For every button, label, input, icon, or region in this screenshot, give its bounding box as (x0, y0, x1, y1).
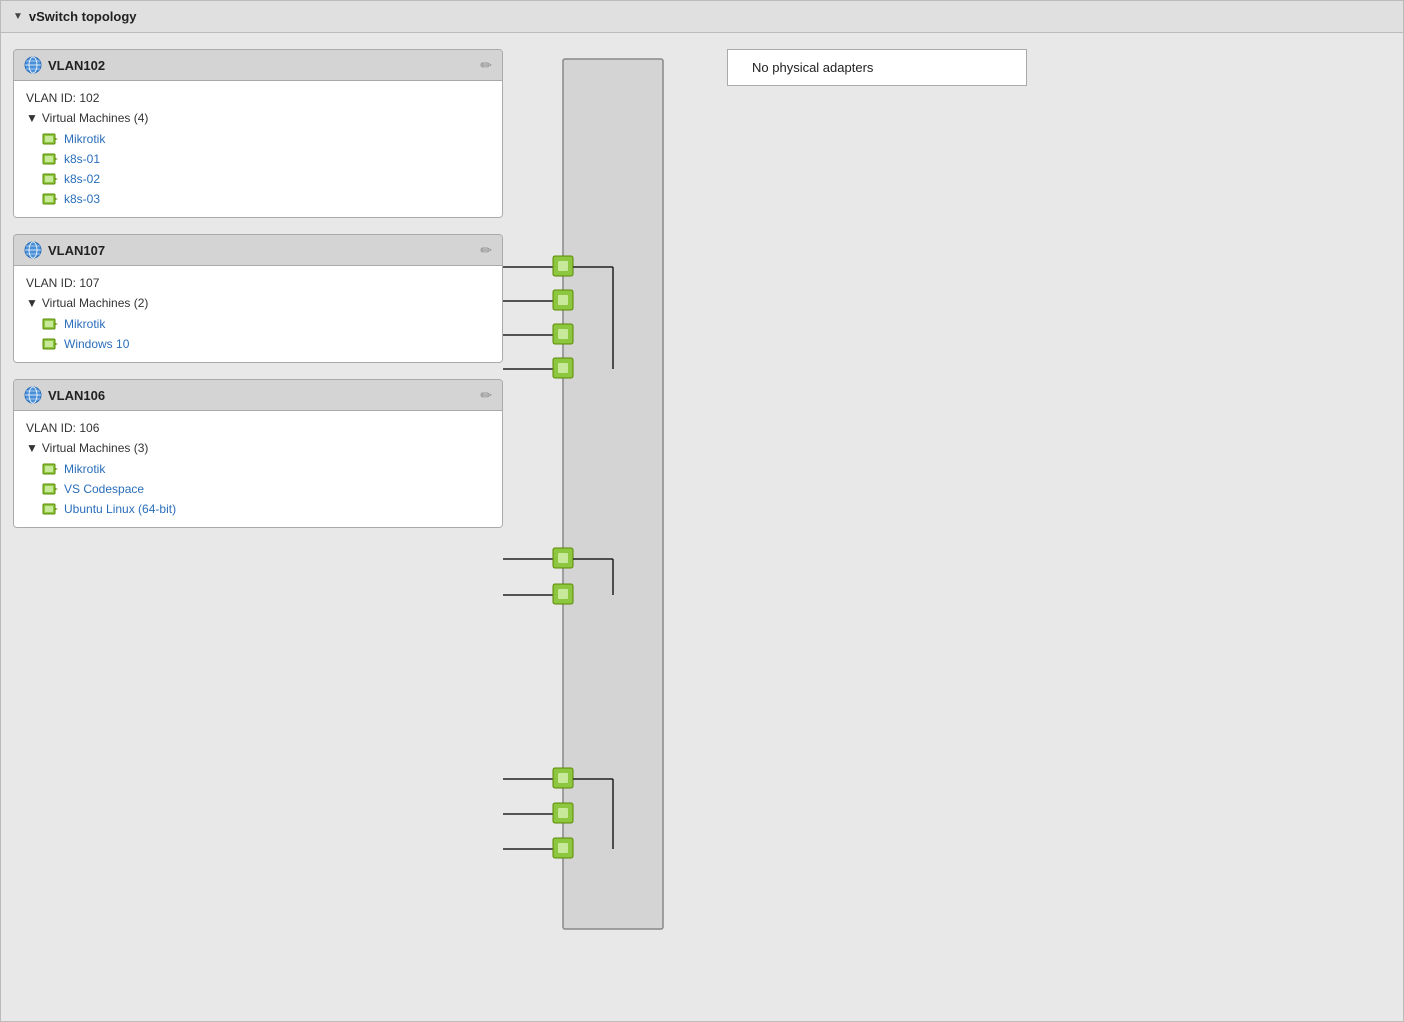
vlan106-name: VLAN106 (48, 388, 105, 403)
vlan106-edit-icon[interactable]: ✏ (480, 387, 492, 404)
vlan107-body: VLAN ID: 107 ▼ Virtual Machines (2) (14, 266, 502, 362)
list-item[interactable]: k8s-02 (42, 171, 490, 187)
vm-icon (42, 481, 58, 497)
vm-icon (42, 316, 58, 332)
vlan102-vm-list: Mikrotik k8s-01 (26, 131, 490, 207)
no-physical-adapters-box: No physical adapters (727, 49, 1027, 86)
list-item[interactable]: Ubuntu Linux (64-bit) (42, 501, 490, 517)
vm-icon (42, 151, 58, 167)
topology-svg (503, 49, 703, 949)
physical-column: No physical adapters (703, 49, 1391, 86)
vlan102-id: VLAN ID: 102 (26, 91, 490, 105)
list-item[interactable]: Windows 10 (42, 336, 490, 352)
vm-icon (42, 171, 58, 187)
no-physical-adapters-label: No physical adapters (752, 60, 873, 75)
vlan-card-vlan102: VLAN102 ✏ VLAN ID: 102 ▼ Virtual Machine… (13, 49, 503, 218)
vlan107-header: VLAN107 ✏ (14, 235, 502, 266)
vlan106-vm-section: ▼ Virtual Machines (3) (26, 441, 490, 455)
panel-body: VLAN102 ✏ VLAN ID: 102 ▼ Virtual Machine… (1, 33, 1403, 965)
globe-icon-vlan107 (24, 241, 42, 259)
list-item[interactable]: k8s-01 (42, 151, 490, 167)
vm-icon (42, 461, 58, 477)
list-item[interactable]: Mikrotik (42, 131, 490, 147)
vlan-card-vlan106: VLAN106 ✏ VLAN ID: 106 ▼ Virtual Machine… (13, 379, 503, 528)
list-item[interactable]: k8s-03 (42, 191, 490, 207)
vm-collapse-icon[interactable]: ▼ (26, 441, 38, 455)
vlan106-header: VLAN106 ✏ (14, 380, 502, 411)
vlan102-header: VLAN102 ✏ (14, 50, 502, 81)
vlan107-vm-section: ▼ Virtual Machines (2) (26, 296, 490, 310)
vlan106-id: VLAN ID: 106 (26, 421, 490, 435)
vm-collapse-icon[interactable]: ▼ (26, 111, 38, 125)
vm-icon (42, 191, 58, 207)
vlan107-edit-icon[interactable]: ✏ (480, 242, 492, 259)
list-item[interactable]: Mikrotik (42, 316, 490, 332)
vm-icon (42, 131, 58, 147)
vlan-column: VLAN102 ✏ VLAN ID: 102 ▼ Virtual Machine… (13, 49, 503, 528)
panel-title: vSwitch topology (29, 9, 137, 24)
vlan102-vm-section: ▼ Virtual Machines (4) (26, 111, 490, 125)
list-item[interactable]: Mikrotik (42, 461, 490, 477)
vlan106-body: VLAN ID: 106 ▼ Virtual Machines (3) (14, 411, 502, 527)
panel-header: ▼ vSwitch topology (1, 1, 1403, 33)
vlan106-vm-list: Mikrotik VS Codespace (26, 461, 490, 517)
vm-icon (42, 336, 58, 352)
vlan-card-vlan107: VLAN107 ✏ VLAN ID: 107 ▼ Virtual Machine… (13, 234, 503, 363)
vlan102-name: VLAN102 (48, 58, 105, 73)
globe-icon-vlan102 (24, 56, 42, 74)
vlan107-name: VLAN107 (48, 243, 105, 258)
vlan107-vm-list: Mikrotik Windows 10 (26, 316, 490, 352)
vswitch-topology-panel: ▼ vSwitch topology (0, 0, 1404, 1022)
collapse-icon[interactable]: ▼ (13, 11, 23, 22)
globe-icon-vlan106 (24, 386, 42, 404)
list-item[interactable]: VS Codespace (42, 481, 490, 497)
vlan102-body: VLAN ID: 102 ▼ Virtual Machines (4) (14, 81, 502, 217)
vm-icon (42, 501, 58, 517)
topology-wrapper (503, 49, 703, 949)
vm-collapse-icon[interactable]: ▼ (26, 296, 38, 310)
vlan107-id: VLAN ID: 107 (26, 276, 490, 290)
vlan102-edit-icon[interactable]: ✏ (480, 57, 492, 74)
